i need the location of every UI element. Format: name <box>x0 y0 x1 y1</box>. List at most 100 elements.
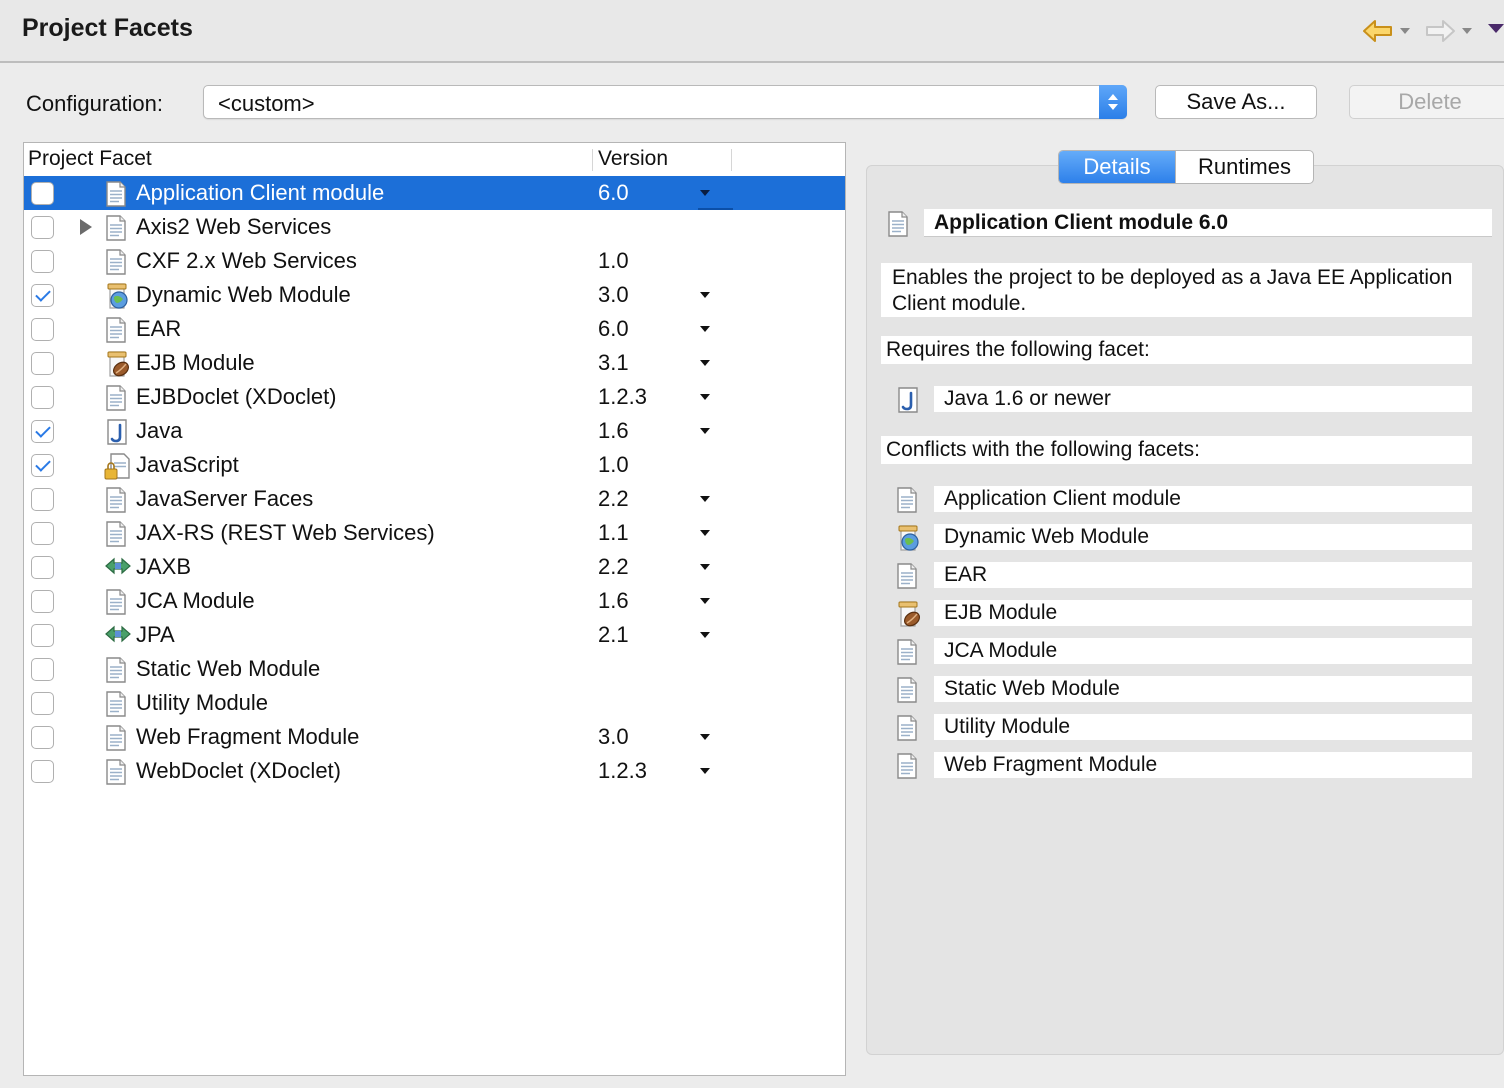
table-row[interactable]: Dynamic Web Module 3.0 <box>24 278 845 312</box>
table-row[interactable]: Utility Module <box>24 686 845 720</box>
facet-checkbox[interactable] <box>31 522 54 545</box>
table-row[interactable]: JAXB 2.2 <box>24 550 845 584</box>
table-row[interactable]: WebDoclet (XDoclet) 1.2.3 <box>24 754 845 788</box>
version-dropdown-icon[interactable] <box>700 394 710 400</box>
version-dropdown-icon[interactable] <box>700 768 710 774</box>
facet-checkbox[interactable] <box>31 352 54 375</box>
requires-item: Java 1.6 or newer <box>934 386 1472 412</box>
conflict-item: Application Client module <box>934 486 1472 512</box>
document-icon <box>104 656 130 683</box>
details-tabs: Details Runtimes <box>1058 150 1314 184</box>
table-row[interactable]: Axis2 Web Services <box>24 210 845 244</box>
document-icon <box>104 316 130 343</box>
facet-version[interactable]: 1.1 <box>598 520 629 546</box>
facet-checkbox[interactable] <box>31 624 54 647</box>
facet-name: Utility Module <box>136 690 269 715</box>
column-header-version[interactable]: Version <box>598 147 668 171</box>
facet-version[interactable]: 2.2 <box>598 486 629 512</box>
facet-checkbox[interactable] <box>31 216 54 239</box>
configuration-select[interactable]: <custom> <box>203 85 1127 119</box>
version-dropdown-icon[interactable] <box>700 734 710 740</box>
delete-button[interactable]: Delete <box>1349 85 1504 119</box>
table-row[interactable]: JCA Module 1.6 <box>24 584 845 618</box>
web-module-icon <box>104 282 130 309</box>
facet-checkbox[interactable] <box>31 726 54 749</box>
version-dropdown-icon[interactable] <box>700 564 710 570</box>
configuration-value: <custom> <box>218 91 315 116</box>
java-icon <box>104 418 130 445</box>
table-row[interactable]: Web Fragment Module 3.0 <box>24 720 845 754</box>
facet-checkbox[interactable] <box>31 692 54 715</box>
facet-version[interactable]: 6.0 <box>598 316 629 342</box>
facet-checkbox[interactable] <box>31 250 54 273</box>
conflicts-label: Conflicts with the following facets: <box>881 436 1472 464</box>
facets-table[interactable]: Project Facet Version Application Client… <box>23 142 846 1076</box>
facet-version[interactable]: 1.6 <box>598 418 629 444</box>
facet-checkbox[interactable] <box>31 590 54 613</box>
view-menu-icon[interactable] <box>1488 24 1504 33</box>
facet-version[interactable]: 3.0 <box>598 282 629 308</box>
table-row[interactable]: Static Web Module <box>24 652 845 686</box>
facet-version[interactable]: 1.0 <box>598 452 629 478</box>
facet-version[interactable]: 2.1 <box>598 622 629 648</box>
conflict-item: Utility Module <box>934 714 1472 740</box>
tab-details[interactable]: Details <box>1059 151 1175 183</box>
table-row[interactable]: JAX-RS (REST Web Services) 1.1 <box>24 516 845 550</box>
page-title: Project Facets <box>22 14 193 42</box>
facet-version[interactable]: 2.2 <box>598 554 629 580</box>
version-dropdown-icon[interactable] <box>700 598 710 604</box>
facet-checkbox[interactable] <box>31 454 54 477</box>
facet-version[interactable]: 1.0 <box>598 248 629 274</box>
facet-checkbox[interactable] <box>31 182 54 205</box>
forward-button[interactable] <box>1424 16 1472 46</box>
facet-name: EJBDoclet (XDoclet) <box>136 384 337 409</box>
table-row[interactable]: JPA 2.1 <box>24 618 845 652</box>
back-history-chevron-icon[interactable] <box>1400 28 1410 34</box>
bidirectional-arrow-icon <box>104 554 131 580</box>
select-stepper-icon[interactable] <box>1099 85 1127 119</box>
facet-name: JAXB <box>136 554 192 579</box>
facet-checkbox[interactable] <box>31 658 54 681</box>
table-row[interactable]: Java 1.6 <box>24 414 845 448</box>
facet-version[interactable]: 1.6 <box>598 588 629 614</box>
version-dropdown-icon[interactable] <box>700 632 710 638</box>
facet-checkbox[interactable] <box>31 760 54 783</box>
table-row[interactable]: EAR 6.0 <box>24 312 845 346</box>
table-row[interactable]: JavaServer Faces 2.2 <box>24 482 845 516</box>
table-row[interactable]: Application Client module 6.0 <box>24 176 845 210</box>
java-icon <box>895 386 921 413</box>
tab-runtimes[interactable]: Runtimes <box>1175 151 1313 183</box>
document-icon <box>895 562 921 589</box>
facet-name: JPA <box>136 622 175 647</box>
version-dropdown-icon[interactable] <box>700 326 710 332</box>
save-as-button[interactable]: Save As... <box>1155 85 1317 119</box>
facet-checkbox[interactable] <box>31 488 54 511</box>
expand-triangle-icon[interactable] <box>80 219 92 235</box>
facet-checkbox[interactable] <box>31 284 54 307</box>
version-dropdown-icon[interactable] <box>700 428 710 434</box>
version-dropdown-icon[interactable] <box>700 360 710 366</box>
details-title: Application Client module 6.0 <box>924 209 1492 237</box>
facet-checkbox[interactable] <box>31 386 54 409</box>
facet-version[interactable]: 1.2.3 <box>598 758 647 784</box>
back-button[interactable] <box>1362 16 1410 46</box>
facet-name: Dynamic Web Module <box>136 282 351 307</box>
version-dropdown-icon[interactable] <box>700 292 710 298</box>
table-row[interactable]: CXF 2.x Web Services 1.0 <box>24 244 845 278</box>
facet-version[interactable]: 3.1 <box>598 350 629 376</box>
facet-checkbox[interactable] <box>31 556 54 579</box>
version-dropdown-icon[interactable] <box>700 190 710 196</box>
table-row[interactable]: EJB Module 3.1 <box>24 346 845 380</box>
facet-checkbox[interactable] <box>31 318 54 341</box>
facet-checkbox[interactable] <box>31 420 54 443</box>
conflict-item: Dynamic Web Module <box>934 524 1472 550</box>
table-row[interactable]: JavaScript 1.0 <box>24 448 845 482</box>
version-dropdown-icon[interactable] <box>700 530 710 536</box>
column-header-facet[interactable]: Project Facet <box>28 147 152 171</box>
table-row[interactable]: EJBDoclet (XDoclet) 1.2.3 <box>24 380 845 414</box>
forward-history-chevron-icon[interactable] <box>1462 28 1472 34</box>
facet-version[interactable]: 6.0 <box>598 180 629 206</box>
facet-version[interactable]: 3.0 <box>598 724 629 750</box>
version-dropdown-icon[interactable] <box>700 496 710 502</box>
facet-version[interactable]: 1.2.3 <box>598 384 647 410</box>
